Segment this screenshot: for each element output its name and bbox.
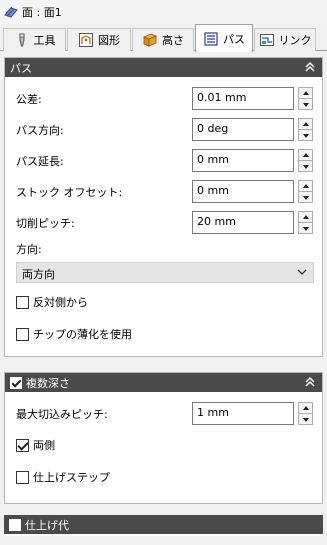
direction-dropdown-value: 両方向 bbox=[22, 268, 55, 281]
decrement-button[interactable] bbox=[299, 192, 312, 203]
finishing-allowance-header[interactable]: 仕上げ代 bbox=[4, 515, 323, 534]
height-icon bbox=[142, 33, 158, 47]
arrow-down-icon bbox=[302, 133, 309, 138]
checkbox-box[interactable] bbox=[16, 438, 29, 452]
chip-thinning-label: チップの薄化を使用 bbox=[33, 328, 132, 341]
increment-button[interactable] bbox=[299, 119, 312, 130]
extension-stepper bbox=[298, 149, 313, 172]
max-stepdown-spinner: 1 mm bbox=[192, 402, 315, 425]
max-stepdown-stepper bbox=[298, 402, 313, 425]
tab-tool-label: 工具 bbox=[33, 34, 56, 47]
arrow-up-icon bbox=[302, 91, 309, 95]
chip-thinning-checkbox[interactable]: チップの薄化を使用 bbox=[16, 326, 132, 342]
stock-offset-spinner: 0 mm bbox=[192, 180, 315, 203]
decrement-button[interactable] bbox=[299, 223, 312, 234]
extension-spinner: 0 mm bbox=[192, 149, 315, 172]
arrow-up-icon bbox=[302, 122, 309, 126]
arrow-down-icon bbox=[302, 164, 309, 169]
stock-offset-stepper bbox=[298, 180, 313, 203]
surface-icon bbox=[4, 6, 18, 18]
checkbox-box[interactable] bbox=[16, 327, 29, 341]
arrow-up-icon bbox=[302, 153, 309, 157]
stock-offset-input[interactable]: 0 mm bbox=[192, 180, 294, 203]
multiple-depths-panel: 複数深さ 最大切込みピッチ: 1 mm 両側 仕上げステップ bbox=[4, 372, 323, 504]
finishing-allowance-checkbox[interactable] bbox=[9, 518, 21, 531]
tab-path[interactable]: パス bbox=[195, 24, 253, 52]
tab-link-label: リンク bbox=[278, 34, 312, 47]
arrow-up-icon bbox=[302, 406, 309, 410]
tolerance-label: 公差: bbox=[16, 93, 42, 106]
arrow-down-icon bbox=[302, 195, 309, 200]
collapse-icon[interactable] bbox=[304, 61, 316, 73]
stock-offset-label: ストック オフセット: bbox=[16, 186, 123, 199]
both-sides-label: 両側 bbox=[33, 439, 55, 452]
direction-angle-spinner: 0 deg bbox=[192, 118, 315, 141]
finishing-allowance-panel: 仕上げ代 bbox=[4, 515, 323, 536]
tab-path-label: パス bbox=[223, 32, 245, 46]
stepover-spinner: 20 mm bbox=[192, 211, 315, 234]
chevron-down-icon bbox=[297, 269, 307, 275]
arrow-down-icon bbox=[302, 226, 309, 231]
tab-tool[interactable]: 工具 bbox=[3, 28, 66, 51]
path-panel-header[interactable]: パス bbox=[5, 58, 322, 77]
link-icon bbox=[259, 34, 274, 46]
multiple-depths-checkbox[interactable] bbox=[10, 376, 22, 389]
finishing-step-checkbox[interactable]: 仕上げステップ bbox=[16, 469, 110, 485]
both-sides-checkbox[interactable]: 両側 bbox=[16, 437, 55, 453]
increment-button[interactable] bbox=[299, 403, 312, 414]
arrow-down-icon bbox=[302, 102, 309, 107]
title-text: 面 : 面1 bbox=[22, 6, 62, 19]
decrement-button[interactable] bbox=[299, 130, 312, 141]
path-panel-title: パス bbox=[10, 61, 32, 75]
finishing-allowance-title: 仕上げ代 bbox=[25, 518, 69, 532]
increment-button[interactable] bbox=[299, 212, 312, 223]
increment-button[interactable] bbox=[299, 181, 312, 192]
arrow-up-icon bbox=[302, 215, 309, 219]
reverse-side-label: 反対側から bbox=[33, 296, 88, 309]
arrow-down-icon bbox=[302, 417, 309, 422]
tolerance-stepper bbox=[298, 87, 313, 110]
path-panel: パス 公差: 0.01 mm パス方向: 0 deg パス延長: 0 mm スト… bbox=[4, 57, 323, 357]
collapse-icon[interactable] bbox=[304, 376, 316, 388]
stepover-label: 切削ピッチ: bbox=[16, 217, 75, 230]
checkbox-box[interactable] bbox=[16, 295, 29, 309]
tab-link[interactable]: リンク bbox=[254, 28, 316, 51]
direction-angle-label: パス方向: bbox=[16, 124, 64, 137]
direction-angle-stepper bbox=[298, 118, 313, 141]
max-stepdown-label: 最大切込みピッチ: bbox=[16, 408, 108, 421]
multiple-depths-header[interactable]: 複数深さ bbox=[5, 373, 322, 392]
increment-button[interactable] bbox=[299, 88, 312, 99]
decrement-button[interactable] bbox=[299, 99, 312, 110]
tab-shape-label: 図形 bbox=[98, 34, 120, 47]
decrement-button[interactable] bbox=[299, 161, 312, 172]
extension-label: パス延長: bbox=[16, 155, 64, 168]
checkbox-box[interactable] bbox=[16, 470, 29, 484]
tab-bar: 工具 図形 高さ パス リンク bbox=[0, 24, 327, 52]
direction-dropdown-wrap: 両方向 bbox=[5, 262, 324, 283]
finishing-step-label: 仕上げステップ bbox=[33, 471, 110, 484]
direction-angle-input[interactable]: 0 deg bbox=[192, 118, 294, 141]
direction-label: 方向: bbox=[16, 243, 42, 256]
tab-height[interactable]: 高さ bbox=[132, 28, 194, 51]
stepover-input[interactable]: 20 mm bbox=[192, 211, 294, 234]
path-icon bbox=[204, 31, 218, 46]
tolerance-spinner: 0.01 mm bbox=[192, 87, 315, 110]
tool-icon bbox=[19, 33, 24, 47]
decrement-button[interactable] bbox=[299, 414, 312, 425]
direction-dropdown[interactable]: 両方向 bbox=[16, 262, 314, 283]
title-bar: 面 : 面1 bbox=[0, 0, 327, 24]
stepover-stepper bbox=[298, 211, 313, 234]
tab-shape[interactable]: 図形 bbox=[67, 28, 131, 51]
tab-height-label: 高さ bbox=[162, 34, 184, 47]
arrow-up-icon bbox=[302, 184, 309, 188]
multiple-depths-title: 複数深さ bbox=[26, 376, 70, 390]
tolerance-input[interactable]: 0.01 mm bbox=[192, 87, 294, 110]
max-stepdown-input[interactable]: 1 mm bbox=[192, 402, 294, 425]
shape-icon bbox=[79, 33, 93, 47]
increment-button[interactable] bbox=[299, 150, 312, 161]
extension-input[interactable]: 0 mm bbox=[192, 149, 294, 172]
reverse-side-checkbox[interactable]: 反対側から bbox=[16, 294, 88, 310]
